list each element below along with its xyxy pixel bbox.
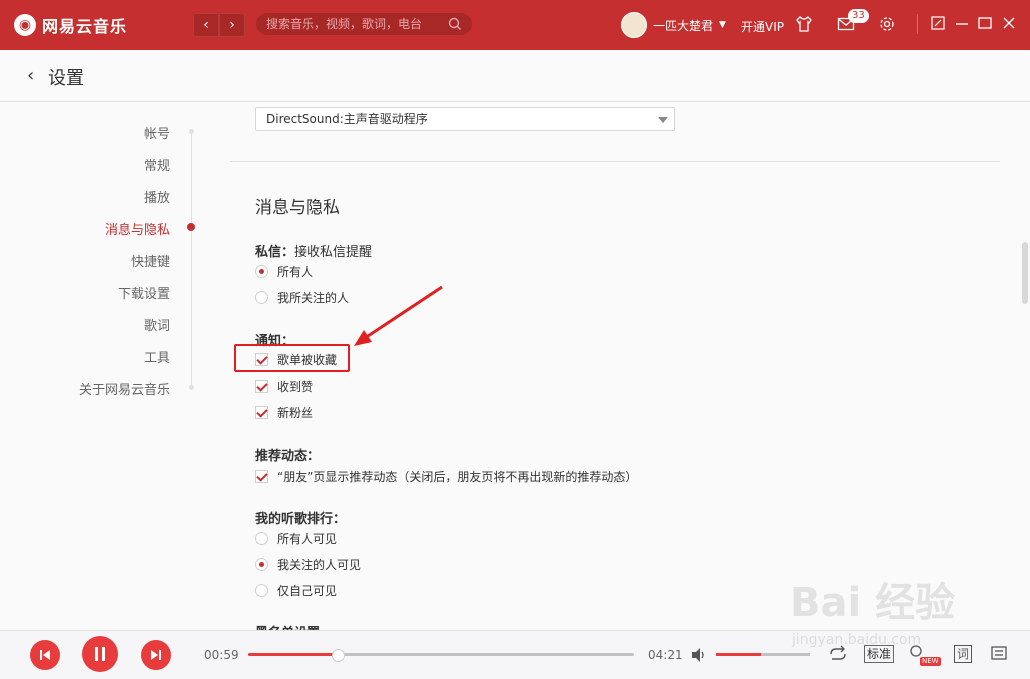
section-divider	[230, 161, 1000, 162]
search-input[interactable]	[256, 16, 448, 32]
blacklist-label: 黑名单设置	[255, 622, 320, 630]
sidebar-item-account[interactable]: 帐号	[144, 123, 170, 142]
scrollbar[interactable]	[1020, 102, 1030, 630]
option-label: 所有人	[277, 265, 314, 279]
sidebar-active-dot	[187, 223, 195, 231]
baidu-watermark-url: jingyan.baidu.com	[792, 632, 922, 648]
mini-mode-icon[interactable]	[930, 15, 946, 31]
checkbox[interactable]	[255, 406, 268, 419]
checkbox-option[interactable]: 新粉丝	[255, 404, 313, 421]
pause-icon	[95, 647, 105, 661]
sidebar-item-lyrics[interactable]: 歌词	[144, 315, 170, 334]
option-label: “朋友”页显示推荐动态（关闭后，朋友页将不再出现新的推荐动态）	[277, 470, 638, 484]
sidebar-item-shortcuts[interactable]: 快捷键	[131, 251, 170, 270]
volume-icon[interactable]	[690, 647, 708, 663]
app-logo[interactable]: ◉ 网易云音乐	[14, 13, 127, 37]
search-box	[256, 13, 472, 35]
total-time: 04:21	[648, 648, 683, 662]
maximize-icon[interactable]	[977, 15, 993, 31]
app-name: 网易云音乐	[42, 17, 128, 36]
checkbox[interactable]	[255, 380, 268, 393]
progress-bar[interactable]	[248, 649, 634, 662]
option-label: 新粉丝	[277, 406, 314, 420]
current-time: 00:59	[204, 648, 239, 662]
previous-track-icon	[40, 650, 50, 660]
sidebar-item-about[interactable]: 关于网易云音乐	[79, 379, 170, 398]
netease-music-logo-icon: ◉	[14, 14, 36, 36]
output-device-select[interactable]: DirectSound:主声音驱动程序	[255, 107, 675, 131]
radio-button[interactable]	[255, 584, 268, 597]
message-count-badge: 33	[848, 9, 869, 23]
radio-button[interactable]	[255, 532, 268, 545]
volume-slider[interactable]	[716, 653, 810, 656]
back-chevron-icon[interactable]: ‹	[27, 65, 34, 86]
checkbox[interactable]	[255, 470, 268, 483]
settings-sidebar: 帐号 常规 播放 消息与隐私 快捷键 下载设置 歌词 工具 关于网易云音乐	[0, 102, 220, 630]
settings-content: DirectSound:主声音驱动程序 消息与隐私 私信：接收私信提醒 所有人 …	[220, 102, 1020, 630]
checkbox-option[interactable]: “朋友”页显示推荐动态（关闭后，朋友页将不再出现新的推荐动态）	[255, 468, 637, 485]
settings-header: ‹ 设置	[0, 50, 1030, 102]
username[interactable]: 一匹大楚君	[653, 17, 713, 34]
search-icon[interactable]	[448, 17, 462, 31]
radio-option[interactable]: 所有人	[255, 263, 313, 280]
radio-option[interactable]: 所有人可见	[255, 530, 337, 547]
caret-down-icon[interactable]: ▼	[719, 20, 726, 30]
gear-icon[interactable]	[878, 15, 896, 33]
avatar[interactable]	[621, 12, 647, 38]
user-menu[interactable]: 一匹大楚君 ▼	[621, 12, 726, 38]
previous-button[interactable]	[30, 640, 60, 670]
sidebar-dot	[189, 385, 194, 390]
private-message-sub: 接收私信提醒	[294, 245, 373, 260]
title-bar: ◉ 网易云音乐 ‹ › 一匹大楚君 ▼ 开通VIP 33	[0, 0, 1030, 50]
recommend-feed-label: 推荐动态：	[255, 449, 321, 464]
listening-ranking-label: 我的听歌排行：	[255, 512, 347, 527]
option-label: 所有人可见	[277, 532, 338, 546]
forward-arrow-icon[interactable]: ›	[219, 13, 245, 37]
back-arrow-icon[interactable]: ‹	[193, 13, 219, 37]
radio-button[interactable]	[255, 265, 268, 278]
sidebar-item-tools[interactable]: 工具	[144, 347, 170, 366]
radio-option[interactable]: 我所关注的人	[255, 289, 349, 306]
next-button[interactable]	[141, 640, 171, 670]
page-title: 设置	[48, 68, 84, 89]
baidu-watermark: Bai 经验	[790, 580, 956, 626]
checkbox-option[interactable]: 收到赞	[255, 378, 313, 395]
playlist-icon[interactable]	[990, 645, 1010, 663]
history-nav: ‹ ›	[193, 13, 245, 37]
option-label: 我关注的人可见	[277, 558, 362, 572]
output-device-value: DirectSound:主声音驱动程序	[266, 112, 428, 126]
sidebar-track	[191, 132, 192, 390]
annotation-highlight-box	[234, 344, 350, 372]
option-label: 我所关注的人	[277, 291, 350, 305]
option-label: 收到赞	[277, 380, 314, 394]
radio-option[interactable]: 我关注的人可见	[255, 556, 361, 573]
progress-knob[interactable]	[331, 649, 345, 662]
sidebar-item-playback[interactable]: 播放	[144, 187, 170, 206]
new-badge: NEW	[920, 657, 941, 666]
minimize-icon[interactable]	[954, 15, 970, 31]
scroll-thumb[interactable]	[1022, 242, 1028, 304]
vip-link[interactable]: 开通VIP	[741, 18, 784, 35]
pause-button[interactable]	[82, 636, 118, 672]
sidebar-dot	[189, 129, 194, 134]
option-label: 仅自己可见	[277, 584, 338, 598]
radio-option[interactable]: 仅自己可见	[255, 582, 337, 599]
sidebar-item-download[interactable]: 下载设置	[118, 283, 170, 302]
lyrics-button[interactable]: 词	[954, 645, 973, 663]
section-title: 消息与隐私	[255, 198, 340, 218]
close-icon[interactable]	[1001, 15, 1017, 31]
dropdown-arrow-icon	[658, 117, 668, 123]
radio-button[interactable]	[255, 291, 268, 304]
next-track-icon	[151, 650, 161, 660]
private-message-label: 私信：接收私信提醒	[255, 245, 373, 260]
radio-button[interactable]	[255, 558, 268, 571]
volume-fill	[716, 653, 762, 656]
skin-shirt-icon[interactable]	[795, 15, 813, 33]
annotation-arrow-icon	[354, 285, 443, 346]
divider	[917, 14, 918, 34]
sidebar-item-privacy[interactable]: 消息与隐私	[105, 219, 170, 238]
progress-fill	[248, 653, 337, 656]
sidebar-item-general[interactable]: 常规	[144, 155, 170, 174]
